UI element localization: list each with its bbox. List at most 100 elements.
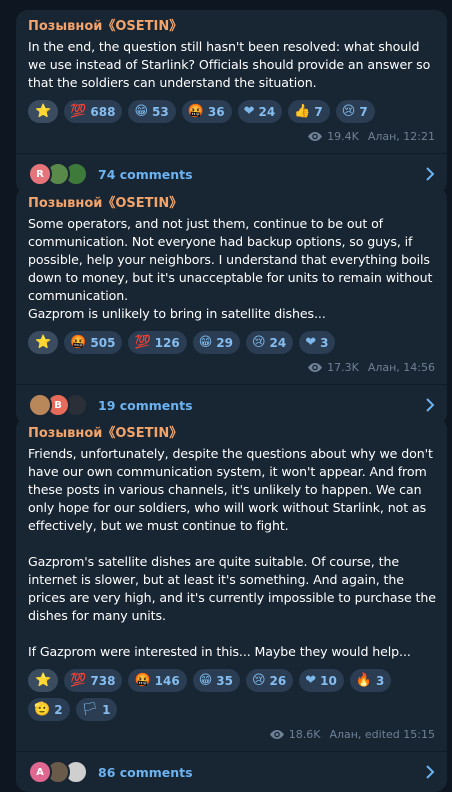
reaction-emoji-icon: 😢 bbox=[251, 335, 266, 350]
reactions-bar: ⭐ 💯 738 🤬 146 😁 35 😢 26 ❤ 10 🔥 3 🫡 2 🏳 1 bbox=[28, 669, 437, 721]
message-post: Позывной《OSETIN》 Friends, unfortunately,… bbox=[16, 417, 447, 792]
post-text: In the end, the question still hasn't be… bbox=[28, 39, 431, 90]
commenter-avatar: A bbox=[28, 760, 52, 784]
star-reaction-button[interactable]: ⭐ bbox=[28, 669, 59, 692]
reaction-emoji-icon: 😁 bbox=[198, 335, 213, 350]
reaction-count: 26 bbox=[269, 673, 287, 688]
reaction-count: 505 bbox=[90, 335, 116, 350]
reaction-emoji-icon: 🤬 bbox=[187, 104, 204, 119]
reaction-emoji-icon: ⭐ bbox=[35, 673, 52, 688]
commenter-avatar: R bbox=[28, 162, 52, 186]
reaction-emoji-icon: 💯 bbox=[70, 104, 87, 119]
reaction-emoji-icon: ❤ bbox=[305, 673, 317, 688]
reaction-count: 2 bbox=[54, 702, 63, 717]
reaction-emoji-icon: 😢 bbox=[251, 673, 266, 688]
commenter-avatar bbox=[28, 393, 52, 417]
reaction-button[interactable]: 💯 126 bbox=[128, 331, 187, 354]
reaction-count: 738 bbox=[90, 673, 116, 688]
post-author[interactable]: Позывной《OSETIN》 bbox=[28, 424, 437, 443]
reaction-button[interactable]: 👍 7 bbox=[288, 100, 330, 123]
views-count: 18.6K bbox=[288, 727, 321, 741]
post-signature: Алан, 12:21 bbox=[367, 129, 435, 143]
views-icon bbox=[269, 729, 284, 739]
reaction-count: 35 bbox=[216, 673, 233, 688]
post-meta: 19.4K Алан, 12:21 bbox=[28, 127, 437, 145]
message-post: Позывной《OSETIN》 Some operators, and not… bbox=[16, 187, 447, 425]
reaction-count: 3 bbox=[376, 673, 385, 688]
post-author[interactable]: Позывной《OSETIN》 bbox=[28, 194, 437, 213]
views-count: 17.3K bbox=[327, 360, 359, 374]
reaction-emoji-icon: 🫡 bbox=[34, 702, 51, 717]
reaction-emoji-icon: ❤ bbox=[305, 335, 317, 350]
reaction-emoji-icon: 🤬 bbox=[70, 335, 87, 350]
views-icon bbox=[308, 131, 323, 141]
reaction-emoji-icon: 👍 bbox=[294, 104, 311, 119]
post-signature: Алан, 14:56 bbox=[367, 360, 435, 374]
reaction-count: 3 bbox=[320, 335, 329, 350]
reaction-button[interactable]: 😁 29 bbox=[192, 331, 240, 354]
reaction-emoji-icon: 🔥 bbox=[355, 673, 373, 688]
commenter-avatars: R bbox=[28, 162, 88, 186]
reaction-count: 688 bbox=[90, 104, 116, 119]
reaction-button[interactable]: 💯 688 bbox=[64, 100, 123, 123]
chevron-right-icon bbox=[426, 765, 435, 779]
reaction-button[interactable]: 😢 26 bbox=[245, 669, 294, 692]
reactions-bar: ⭐ 🤬 505 💯 126 😁 29 😢 24 ❤ 3 bbox=[28, 331, 437, 354]
commenter-avatars: A bbox=[28, 760, 88, 784]
reaction-button[interactable]: 🔥 3 bbox=[349, 669, 392, 692]
reaction-emoji-icon: 💯 bbox=[134, 335, 151, 350]
reaction-emoji-icon: 🏳 bbox=[81, 702, 99, 717]
comments-count: 86 comments bbox=[98, 764, 193, 780]
reaction-count: 1 bbox=[102, 702, 111, 717]
reaction-button[interactable]: 🫡 2 bbox=[28, 698, 70, 721]
reaction-count: 146 bbox=[154, 673, 180, 688]
post-text: Friends, unfortunately, despite the ques… bbox=[28, 446, 436, 659]
reaction-button[interactable]: 🤬 146 bbox=[128, 669, 187, 692]
comments-button[interactable]: A 86 comments bbox=[16, 752, 447, 792]
reaction-button[interactable]: 💯 738 bbox=[64, 669, 123, 692]
reaction-emoji-icon: 😁 bbox=[198, 673, 213, 688]
views-count: 19.4K bbox=[327, 129, 359, 143]
post-meta: 17.3K Алан, 14:56 bbox=[28, 358, 437, 376]
post-meta: 18.6K Алан, edited 15:15 bbox=[28, 725, 437, 743]
views-icon bbox=[308, 362, 323, 372]
reaction-emoji-icon: 😢 bbox=[341, 104, 356, 119]
reaction-button[interactable]: 😁 35 bbox=[192, 669, 240, 692]
reaction-button[interactable]: 🏳 1 bbox=[75, 698, 118, 721]
reaction-emoji-icon: ⭐ bbox=[35, 104, 52, 119]
reaction-count: 7 bbox=[314, 104, 323, 119]
commenter-avatars: B bbox=[28, 393, 88, 417]
message-post: Позывной《OSETIN》 In the end, the questio… bbox=[16, 10, 447, 194]
reaction-count: 7 bbox=[359, 104, 368, 119]
post-author[interactable]: Позывной《OSETIN》 bbox=[28, 17, 437, 36]
reaction-button[interactable]: ❤ 3 bbox=[299, 331, 336, 354]
reaction-count: 10 bbox=[320, 673, 337, 688]
reaction-button[interactable]: 😁 53 bbox=[128, 100, 176, 123]
reaction-count: 24 bbox=[258, 104, 276, 119]
reaction-count: 36 bbox=[207, 104, 225, 119]
reaction-emoji-icon: 💯 bbox=[70, 673, 87, 688]
reaction-emoji-icon: ⭐ bbox=[35, 335, 52, 350]
reaction-button[interactable]: 😢 24 bbox=[245, 331, 294, 354]
comments-count: 74 comments bbox=[98, 166, 193, 182]
star-reaction-button[interactable]: ⭐ bbox=[28, 100, 59, 123]
star-reaction-button[interactable]: ⭐ bbox=[28, 331, 59, 354]
reaction-count: 24 bbox=[269, 335, 287, 350]
reaction-button[interactable]: 🤬 36 bbox=[181, 100, 232, 123]
reaction-button[interactable]: 🤬 505 bbox=[64, 331, 123, 354]
reaction-count: 53 bbox=[152, 104, 169, 119]
comments-count: 19 comments bbox=[98, 397, 193, 413]
reaction-button[interactable]: ❤ 24 bbox=[237, 100, 283, 123]
reaction-count: 29 bbox=[216, 335, 233, 350]
reaction-emoji-icon: 🤬 bbox=[134, 673, 151, 688]
post-text: Some operators, and not just them, conti… bbox=[28, 216, 433, 321]
reactions-bar: ⭐ 💯 688 😁 53 🤬 36 ❤ 24 👍 7 😢 7 bbox=[28, 100, 437, 123]
reaction-button[interactable]: ❤ 10 bbox=[299, 669, 344, 692]
reaction-count: 126 bbox=[154, 335, 180, 350]
reaction-button[interactable]: 😢 7 bbox=[335, 100, 375, 123]
reaction-emoji-icon: ❤ bbox=[243, 104, 255, 119]
chevron-right-icon bbox=[426, 398, 435, 412]
chevron-right-icon bbox=[426, 167, 435, 181]
reaction-emoji-icon: 😁 bbox=[134, 104, 148, 119]
post-signature: Алан, edited 15:15 bbox=[329, 727, 435, 741]
